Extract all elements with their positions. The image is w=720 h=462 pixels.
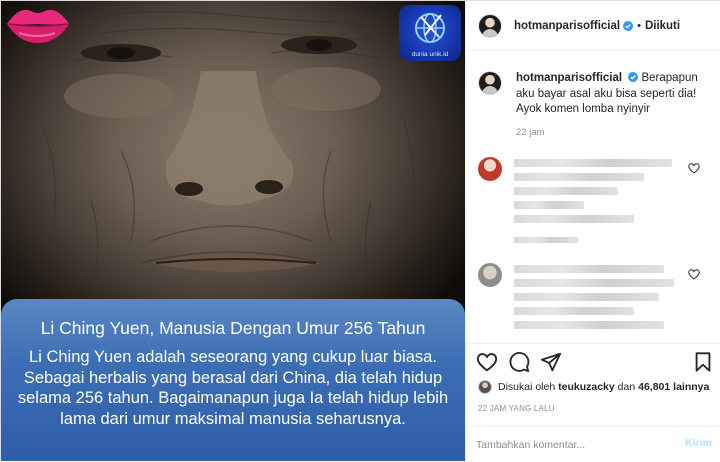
author-avatar[interactable] (478, 13, 502, 38)
globe-logo-icon (415, 13, 445, 43)
post-timestamp[interactable]: 22 JAM YANG LALU (478, 404, 555, 413)
caption-text-block: hotmanparisofficial Berapapun aku bayar … (516, 71, 706, 118)
comment-item-blurred (478, 263, 714, 343)
info-card-title: Li Ching Yuen, Manusia Dengan Umur 256 T… (40, 318, 426, 338)
comment-blurred-text (514, 159, 672, 167)
comment-avatar[interactable] (478, 157, 502, 181)
likes-summary: Disukai oleh teukuzacky dan 46,801 lainn… (478, 380, 709, 394)
lips-emoji-icon (7, 9, 69, 43)
post-side-panel: hotmanparisofficial • Diikuti hotmanpari… (465, 1, 720, 461)
post-photo: dunia unik.id (1, 1, 465, 299)
caption-username[interactable]: hotmanparisofficial (516, 72, 622, 84)
post-actions: Disukai oleh teukuzacky dan 46,801 lainn… (466, 343, 720, 461)
info-card-body: Li Ching Yuen adalah seseorang yang cuku… (17, 348, 449, 428)
likes-count[interactable]: 46,801 (638, 381, 670, 393)
likes-suffix[interactable]: lainnya (673, 381, 709, 393)
site-logo-text: dunia unik.id (411, 51, 449, 58)
verified-badge-icon (623, 20, 634, 31)
comment-blurred-text (514, 279, 674, 287)
add-comment-bar: Kirim (466, 426, 720, 462)
heart-icon[interactable] (476, 351, 498, 373)
info-card: Li Ching Yuen, Manusia Dengan Umur 256 T… (1, 299, 465, 461)
follow-status-button[interactable]: Diikuti (645, 20, 680, 32)
post-media[interactable]: dunia unik.id Li Ching Yuen, Manusia Den… (1, 1, 465, 461)
paper-plane-icon[interactable] (540, 351, 562, 373)
comment-icon[interactable] (508, 351, 530, 373)
comment-blurred-text (514, 215, 634, 223)
author-username[interactable]: hotmanparisofficial (514, 20, 620, 32)
post-header: hotmanparisofficial • Diikuti (466, 1, 720, 51)
comment-blurred-text (514, 173, 644, 181)
instagram-post: dunia unik.id Li Ching Yuen, Manusia Den… (0, 0, 720, 461)
comment-item-blurred (478, 157, 714, 247)
comment-avatar[interactable] (478, 263, 502, 287)
site-logo: dunia unik.id (399, 5, 461, 61)
comment-blurred-text (514, 307, 634, 315)
likes-conjunction: dan (617, 381, 636, 393)
liker-avatar[interactable] (478, 380, 492, 394)
comment-blurred-meta (514, 237, 578, 243)
comment-blurred-text (514, 187, 618, 195)
caption-comment: hotmanparisofficial Berapapun aku bayar … (478, 71, 714, 118)
comment-blurred-text (514, 265, 664, 273)
header-separator: • (637, 19, 641, 32)
comment-blurred-text (514, 321, 664, 329)
liker-username[interactable]: teukuzacky (558, 381, 615, 393)
bookmark-icon[interactable] (692, 351, 714, 373)
comment-input[interactable] (476, 435, 666, 455)
comments-section[interactable]: hotmanparisofficial Berapapun aku bayar … (466, 51, 720, 343)
comment-blurred-text (514, 201, 584, 209)
comment-blurred-text (514, 293, 659, 301)
post-comment-button[interactable]: Kirim (685, 437, 712, 449)
comment-like-heart-icon[interactable] (688, 269, 700, 280)
caption-time[interactable]: 22 jam (516, 127, 545, 138)
likes-prefix: Disukai oleh (498, 381, 556, 393)
comment-like-heart-icon[interactable] (688, 163, 700, 174)
caption-author-avatar[interactable] (478, 71, 502, 95)
face-illustration (40, 10, 415, 282)
verified-badge-icon (628, 72, 639, 82)
